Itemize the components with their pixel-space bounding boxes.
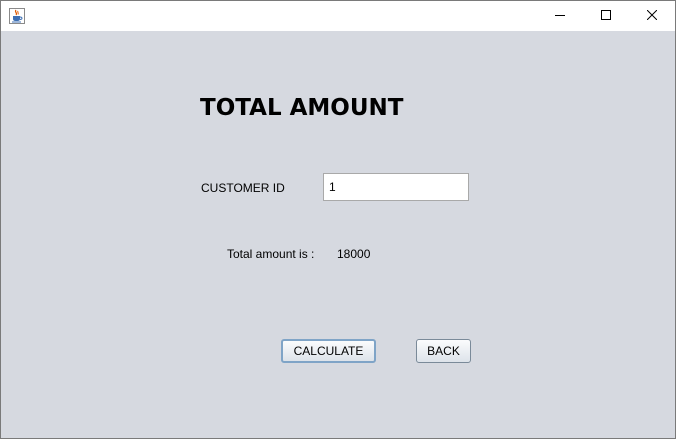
close-icon [646, 7, 658, 25]
minimize-button[interactable] [537, 1, 583, 31]
app-window: TOTAL AMOUNT CUSTOMER ID Total amount is… [0, 0, 676, 439]
maximize-button[interactable] [583, 1, 629, 31]
close-button[interactable] [629, 1, 675, 31]
maximize-icon [601, 7, 611, 25]
page-title: TOTAL AMOUNT [200, 95, 404, 121]
customer-id-label: CUSTOMER ID [201, 181, 285, 195]
form-panel: TOTAL AMOUNT CUSTOMER ID Total amount is… [1, 31, 675, 438]
customer-id-field[interactable] [323, 173, 469, 201]
minimize-icon [555, 7, 565, 25]
calculate-button[interactable]: CALCULATE [281, 339, 376, 363]
title-bar[interactable] [1, 1, 675, 31]
total-amount-label: Total amount is : [227, 247, 315, 261]
total-amount-value: 18000 [337, 247, 371, 261]
java-cup-icon [9, 8, 25, 24]
back-button[interactable]: BACK [416, 339, 471, 363]
